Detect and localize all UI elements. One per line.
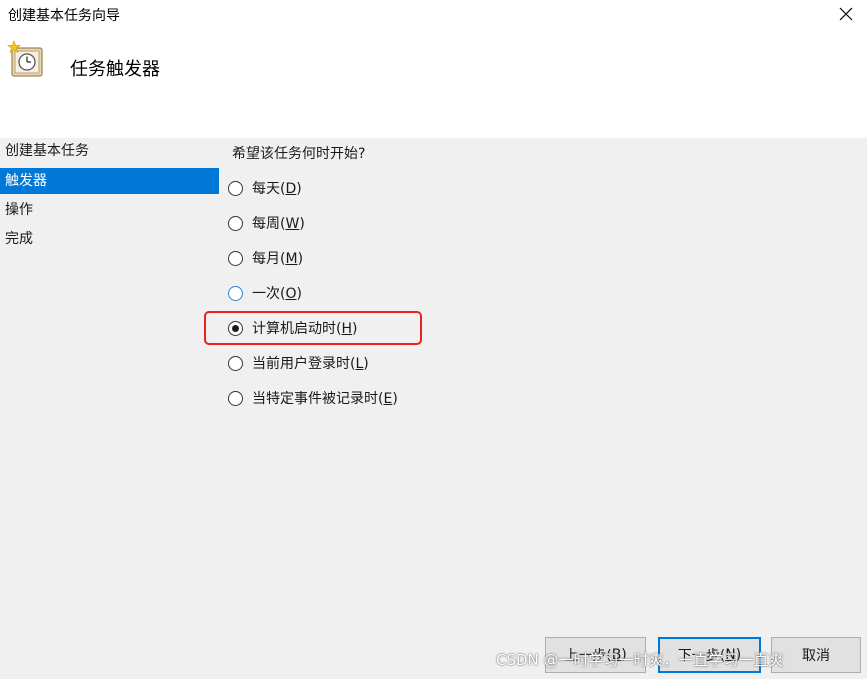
option-label: 当特定事件被记录时(E) — [252, 391, 398, 407]
wizard-header: 任务触发器 — [0, 28, 867, 138]
option-label: 一次(O) — [252, 286, 302, 302]
sidebar-item-label: 触发器 — [5, 173, 47, 189]
sidebar-item-label: 完成 — [5, 231, 33, 247]
option-label: 计算机启动时(H) — [252, 321, 358, 337]
radio-button[interactable] — [228, 215, 243, 231]
radio-monthly[interactable]: 每月(M) — [228, 247, 303, 269]
radio-button[interactable] — [228, 250, 243, 266]
watermark: CSDN @一时学习一时爽，一直学习一直爽 — [496, 651, 784, 669]
radio-at-logon[interactable]: 当前用户登录时(L) — [228, 352, 369, 374]
radio-button[interactable] — [228, 285, 243, 301]
page-title: 任务触发器 — [70, 59, 160, 80]
wizard-steps-sidebar: 创建基本任务 触发器 操作 完成 — [0, 138, 220, 679]
option-label: 每天(D) — [252, 181, 302, 197]
option-label: 当前用户登录时(L) — [252, 356, 369, 372]
radio-one-time[interactable]: 一次(O) — [228, 282, 302, 304]
option-label: 每月(M) — [252, 251, 304, 267]
close-icon[interactable] — [835, 3, 857, 25]
radio-on-event[interactable]: 当特定事件被记录时(E) — [228, 387, 398, 409]
radio-button[interactable] — [228, 180, 243, 196]
sidebar-item-action[interactable]: 操作 — [0, 197, 219, 223]
title-bar: 创建基本任务向导 — [0, 0, 867, 28]
sidebar-item-finish[interactable]: 完成 — [0, 226, 219, 252]
trigger-question: 希望该任务何时开始? — [232, 146, 366, 162]
option-label: 每周(W) — [252, 216, 305, 232]
sidebar-item-trigger[interactable]: 触发器 — [0, 168, 219, 194]
cancel-button[interactable]: 取消 — [771, 637, 861, 673]
sidebar-item-label: 创建基本任务 — [5, 143, 89, 159]
radio-at-startup[interactable]: 计算机启动时(H) — [228, 317, 357, 339]
sidebar-item-create-basic-task[interactable]: 创建基本任务 — [0, 138, 219, 164]
radio-weekly[interactable]: 每周(W) — [228, 212, 305, 234]
task-clock-icon — [6, 40, 46, 80]
radio-daily[interactable]: 每天(D) — [228, 177, 302, 199]
radio-button[interactable] — [228, 355, 243, 371]
radio-button-selected[interactable] — [228, 320, 243, 336]
sidebar-item-label: 操作 — [5, 202, 33, 218]
radio-button[interactable] — [228, 390, 243, 406]
wizard-content: 创建基本任务 触发器 操作 完成 希望该任务何时开始? 每天(D) 每周(W) … — [0, 138, 867, 679]
window-title: 创建基本任务向导 — [8, 8, 120, 24]
radio-dot — [232, 324, 239, 332]
